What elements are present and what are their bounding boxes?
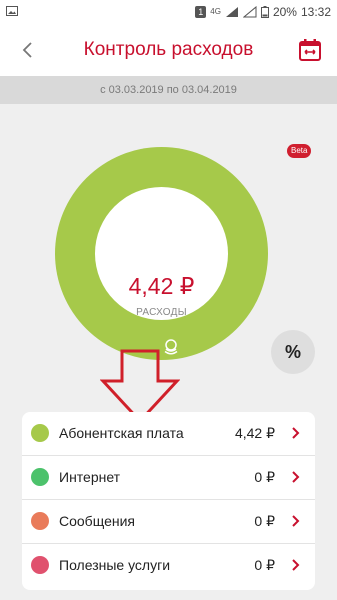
category-value: 0 ₽: [254, 557, 275, 573]
list-item-messages[interactable]: Сообщения 0 ₽: [22, 500, 315, 544]
category-dot: [31, 512, 49, 530]
list-item-subscription[interactable]: Абонентская плата 4,42 ₽: [22, 412, 315, 456]
total-amount: 4,42 ₽: [128, 273, 195, 299]
chevron-right-icon: [292, 471, 300, 483]
category-value: 4,42 ₽: [234, 425, 275, 441]
battery-level: 20%: [272, 5, 297, 19]
category-dot: [31, 468, 49, 486]
category-label: Полезные услуги: [59, 557, 171, 573]
category-value: 0 ₽: [254, 469, 275, 485]
date-range[interactable]: с 03.03.2019 по 03.04.2019: [0, 76, 337, 104]
status-bar: 1 4G 20% 13:32: [0, 0, 337, 24]
category-label: Интернет: [59, 469, 121, 485]
list-item-useful-services[interactable]: Полезные услуги 0 ₽: [22, 544, 315, 587]
category-label: Абонентская плата: [59, 425, 184, 441]
status-right: 1 4G 20% 13:32: [195, 4, 331, 20]
sim-badge: 1: [195, 6, 207, 18]
category-label: Сообщения: [59, 513, 135, 529]
category-dot: [31, 424, 49, 442]
calendar-icon[interactable]: [297, 37, 323, 63]
beta-badge: Beta: [287, 144, 312, 158]
network-type: 4G: [210, 7, 221, 16]
chevron-right-icon: [292, 559, 300, 571]
clock: 13:32: [300, 5, 331, 19]
percent-button[interactable]: %: [271, 330, 315, 374]
battery-icon: [260, 6, 269, 18]
signal-icon: [225, 7, 238, 17]
total-label: РАСХОДЫ: [136, 307, 187, 318]
app-header: Контроль расходов: [0, 24, 337, 76]
list-item-internet[interactable]: Интернет 0 ₽: [22, 456, 315, 500]
chevron-right-icon: [292, 515, 300, 527]
category-dot: [31, 556, 49, 574]
signal-empty-icon: [242, 6, 257, 18]
category-value: 0 ₽: [254, 513, 275, 529]
page-title: Контроль расходов: [83, 39, 254, 60]
category-list: Абонентская плата 4,42 ₽ Интернет 0 ₽ Со…: [22, 412, 315, 590]
expense-donut-chart: 4,42 ₽ РАСХОДЫ: [55, 147, 268, 360]
chevron-right-icon: [292, 427, 300, 439]
image-icon: [6, 6, 18, 16]
donut-center: 4,42 ₽ РАСХОДЫ: [95, 187, 228, 320]
